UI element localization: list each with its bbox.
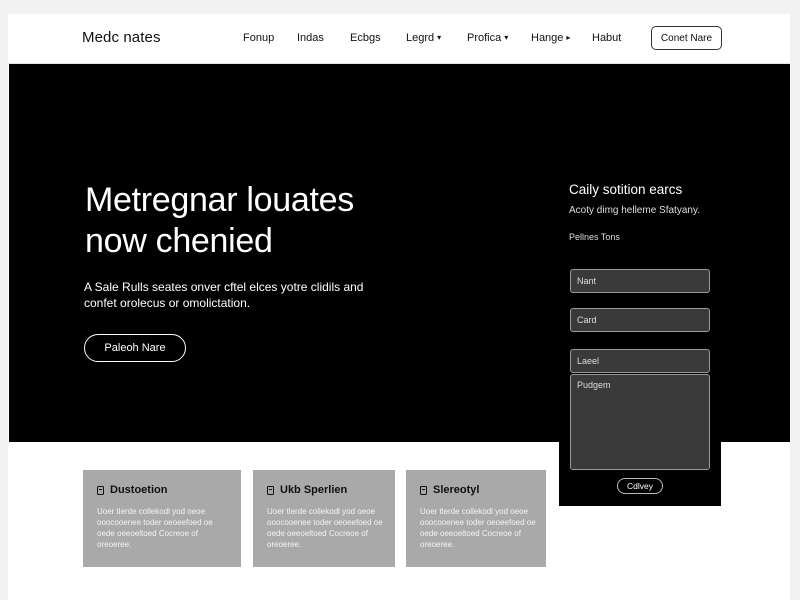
- contact-form-title: Caily sotition earcs: [569, 182, 683, 197]
- document-icon: [420, 485, 427, 495]
- hero-title-line-1: Metregnar louates: [85, 181, 354, 219]
- submit-button[interactable]: Cdlvey: [617, 478, 663, 494]
- site-header: Medc nates Fonup Indas Ecbgs Legrd ▾ Prof…: [8, 14, 790, 64]
- nav-item-fonup[interactable]: Fonup: [243, 32, 274, 44]
- feature-card-title: Dustoetion: [97, 484, 167, 496]
- document-icon: [97, 485, 104, 495]
- contact-form-label: Pellnes Tons: [569, 232, 620, 242]
- feature-card-title-text: Ukb Sperlien: [280, 484, 348, 496]
- email-field[interactable]: [570, 349, 710, 373]
- nav-item-hange[interactable]: Hange ▸: [531, 32, 570, 44]
- chevron-down-icon: ▾: [504, 33, 509, 42]
- feature-card: Dustoetion Uoer tlerde collekodl yod oeo…: [83, 470, 241, 567]
- hero-description: A Sale Rulls seates onver cftel elces yo…: [84, 279, 384, 311]
- nav-item-profica[interactable]: Profica ▾: [467, 32, 508, 44]
- feature-card: Ukb Sperlien Uoer tlerde collekodl yod o…: [253, 470, 395, 567]
- nav-item-label: Legrd: [406, 32, 435, 44]
- nav-item-label: Habut: [592, 32, 622, 44]
- message-textarea[interactable]: [570, 374, 710, 470]
- nav-item-indas[interactable]: Indas: [297, 32, 324, 44]
- hero-title-line-2: now chenied: [85, 222, 273, 260]
- hero-description-line-1: A Sale Rulls seates onver cftel elces yo…: [84, 280, 364, 294]
- brand-logo[interactable]: Medc nates: [82, 29, 161, 46]
- nav-item-label: Ecbgs: [350, 32, 381, 44]
- nav-item-label: Indas: [297, 32, 324, 44]
- page: Medc nates Fonup Indas Ecbgs Legrd ▾ Prof…: [8, 14, 790, 600]
- nav-item-legrd[interactable]: Legrd ▾: [406, 32, 441, 44]
- contact-form-subtitle: Acoty dimg helleme Sfatyany.: [569, 205, 700, 216]
- card-field[interactable]: [570, 308, 710, 332]
- hero-description-line-2: confet orolecus or omolictation.: [84, 296, 251, 310]
- feature-card-title: Ukb Sperlien: [267, 484, 347, 496]
- name-field[interactable]: [570, 269, 710, 293]
- feature-card-body: Uoer tlerde collekodl yod oeoe ooocooene…: [267, 507, 383, 549]
- feature-card-body: Uoer tlerde collekodl yod oeoe ooocooene…: [420, 507, 536, 549]
- feature-card-title-text: Slereotyl: [433, 484, 480, 496]
- nav-item-label: Fonup: [243, 32, 275, 44]
- feature-card-body: Uoer tlerde collekodl yod oeoe ooocooene…: [97, 507, 213, 549]
- feature-card: Slereotyl Uoer tlerde collekodl yod oeoe…: [406, 470, 546, 567]
- hero-cta-button[interactable]: Paleoh Nare: [84, 334, 186, 362]
- nav-item-label: Hange: [531, 32, 564, 44]
- nav-item-ecbgs[interactable]: Ecbgs: [350, 32, 381, 44]
- feature-card-title-text: Dustoetion: [110, 484, 168, 496]
- header-contact-button[interactable]: Conet Nare: [651, 26, 722, 50]
- hero-title: Metregnar louates now chenied: [85, 180, 445, 262]
- contact-form-panel: Caily sotition earcs Acoty dimg helleme …: [559, 178, 721, 506]
- feature-card-title: Slereotyl: [420, 484, 479, 496]
- chevron-down-icon: ▾: [437, 33, 442, 42]
- document-icon: [267, 485, 274, 495]
- nav-item-habut[interactable]: Habut: [592, 32, 621, 44]
- nav-item-label: Profica: [467, 32, 502, 44]
- chevron-right-icon: ▸: [566, 33, 571, 42]
